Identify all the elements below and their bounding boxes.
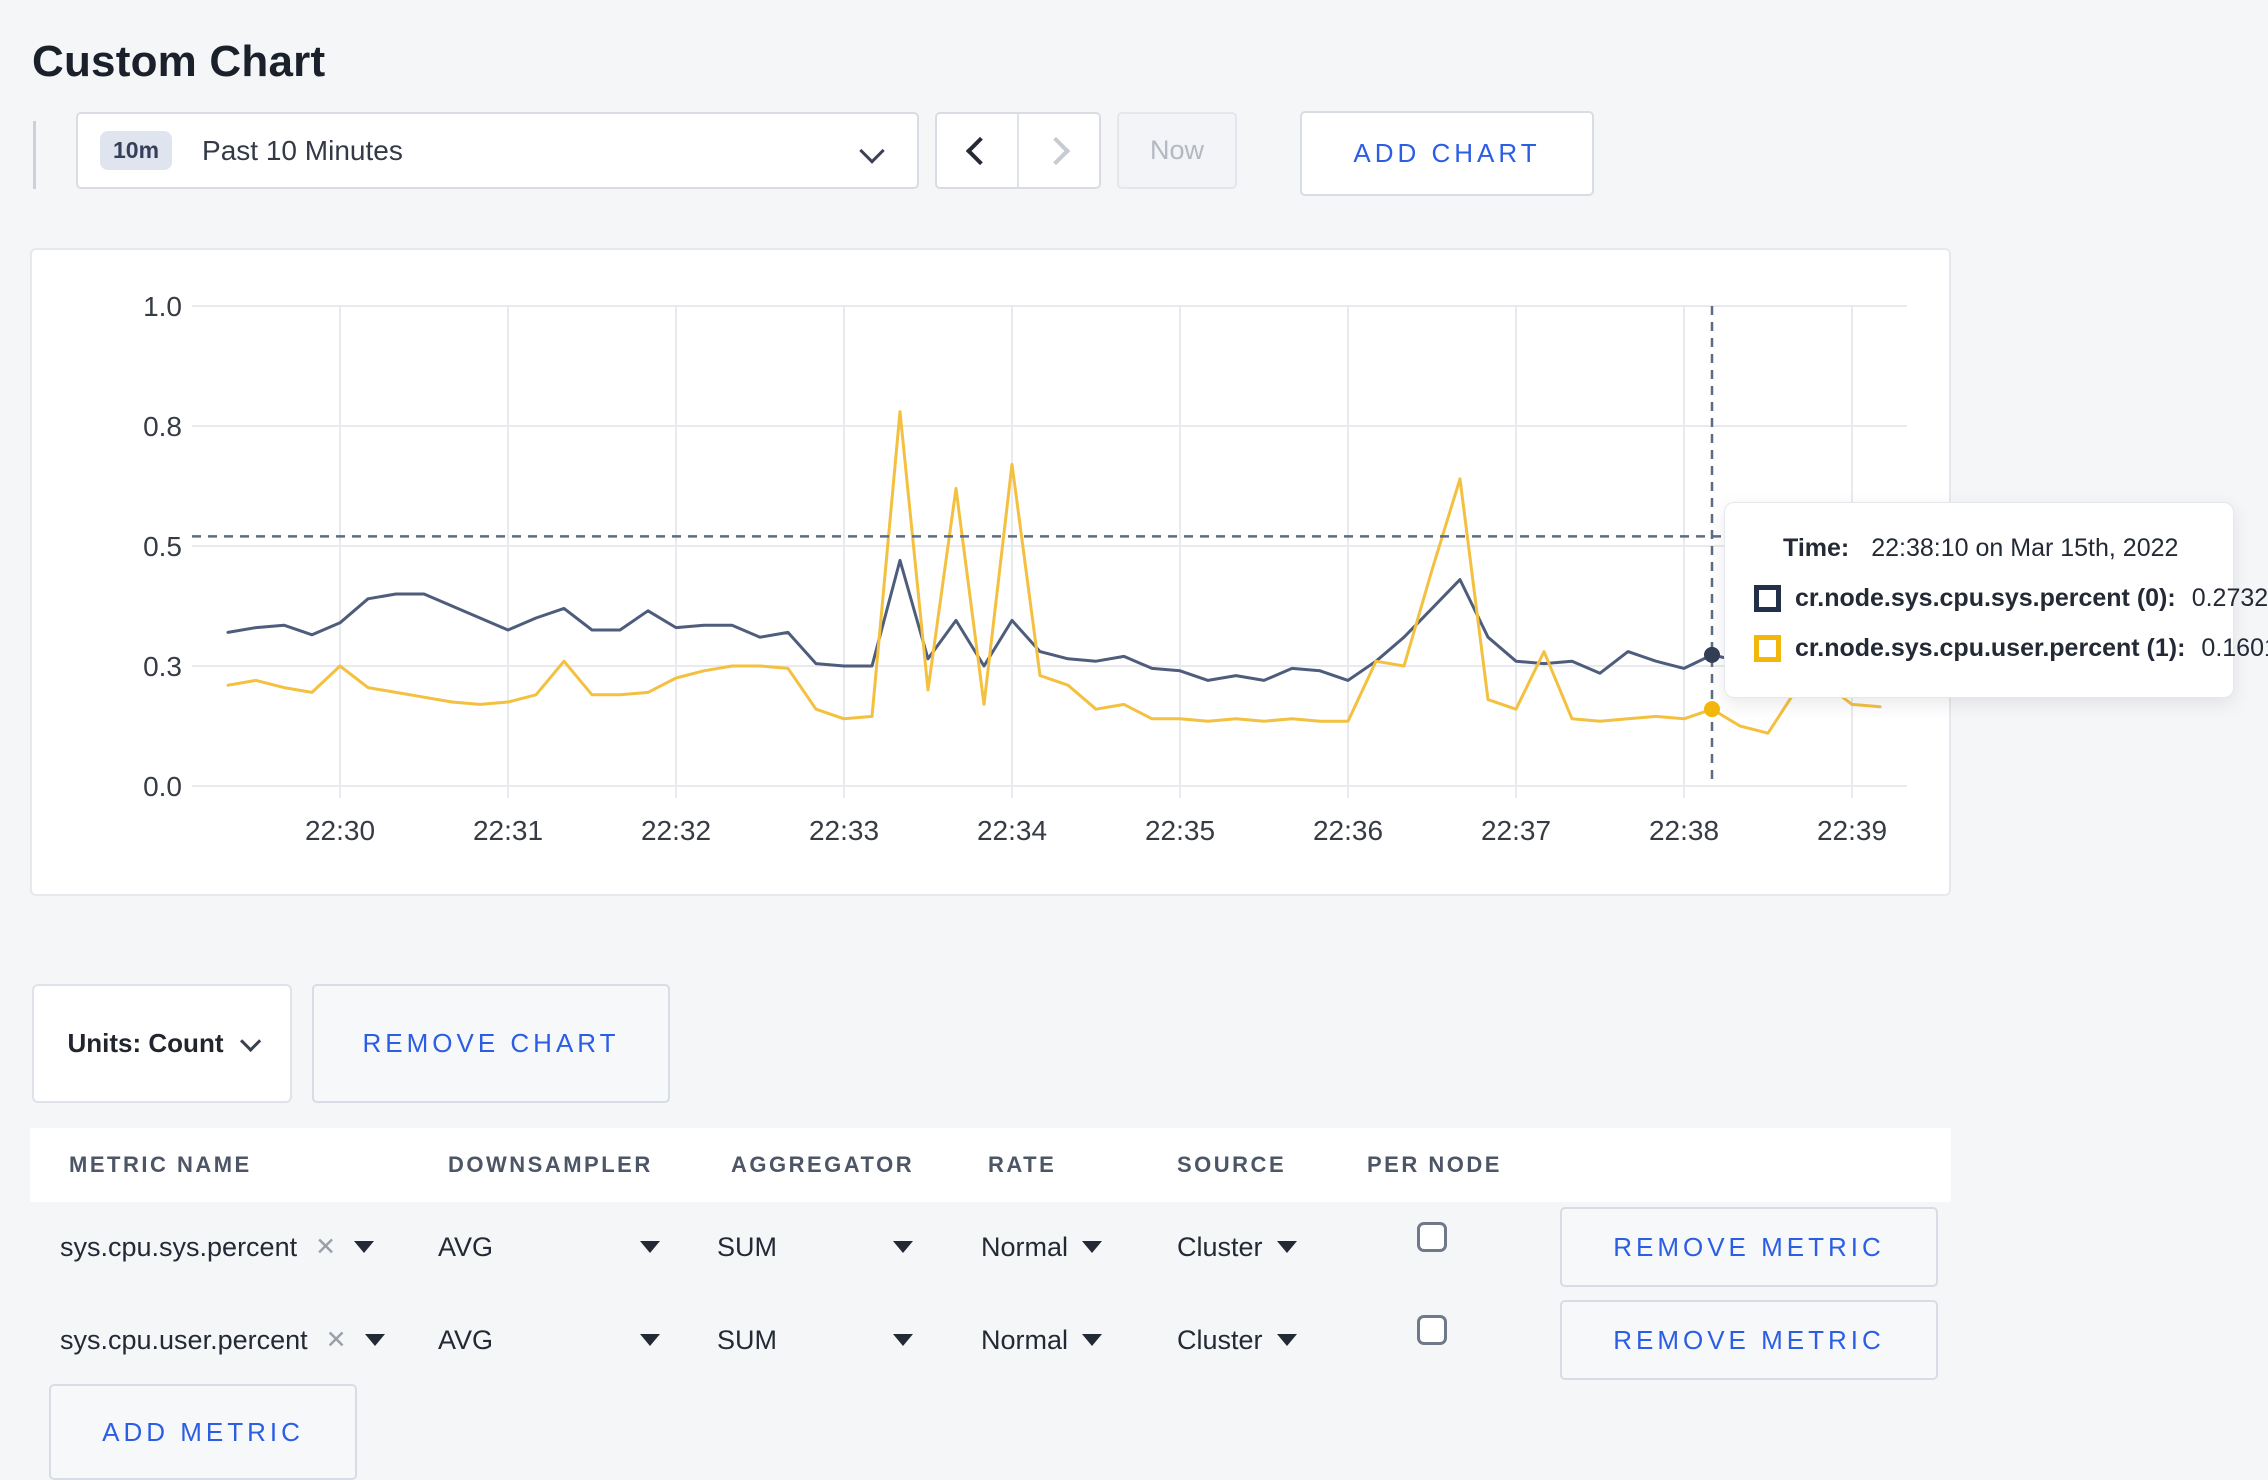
y-axis-tick-label: 0.8: [143, 411, 182, 442]
tooltip-series-row: cr.node.sys.cpu.user.percent (1): 0.1601: [1754, 628, 2268, 668]
caret-down-icon: [640, 1334, 660, 1346]
rate-select[interactable]: Normal: [981, 1207, 1103, 1287]
per-node-cell: [1417, 1290, 1447, 1370]
col-header-downsampler: DOWNSAMPLER: [448, 1152, 653, 1177]
caret-down-icon: [893, 1334, 913, 1346]
chart-tooltip: Time: 22:38:10 on Mar 15th, 2022 cr.node…: [1724, 502, 2268, 698]
chevron-down-icon: [240, 1030, 262, 1052]
caret-down-icon: [354, 1241, 375, 1253]
per-node-cell: [1417, 1197, 1447, 1277]
col-header-aggregator: AGGREGATOR: [731, 1152, 915, 1177]
source-select[interactable]: Cluster: [1177, 1207, 1297, 1287]
aggregator-select[interactable]: SUM: [717, 1300, 913, 1380]
tooltip-series-label: cr.node.sys.cpu.sys.percent (0):: [1795, 583, 2176, 612]
clear-metric-icon[interactable]: ✕: [326, 1325, 347, 1355]
caret-down-icon: [1276, 1241, 1297, 1253]
time-range-badge: 10m: [100, 131, 173, 170]
aggregator-value: SUM: [717, 1324, 777, 1355]
metrics-table-header: METRIC NAME DOWNSAMPLER AGGREGATOR RATE …: [30, 1128, 1951, 1202]
per-node-checkbox[interactable]: [1417, 1315, 1447, 1345]
metric-name-value: sys.cpu.sys.percent: [60, 1231, 298, 1262]
x-axis-tick-label: 22:37: [1481, 815, 1551, 846]
caret-down-icon: [1082, 1334, 1103, 1346]
caret-down-icon: [640, 1241, 660, 1253]
tooltip-series-value: 0.1601: [2201, 633, 2268, 662]
chevron-left-icon: [965, 136, 995, 165]
y-axis-tick-label: 0.3: [143, 651, 182, 682]
metric-name-select[interactable]: sys.cpu.user.percent ✕: [60, 1300, 385, 1380]
caret-down-icon: [1276, 1334, 1297, 1346]
table-row: sys.cpu.user.percent ✕ AVG SUM Normal Cl…: [30, 1300, 1951, 1380]
col-header-metric-name: METRIC NAME: [69, 1152, 252, 1177]
downsampler-select[interactable]: AVG: [438, 1300, 660, 1380]
x-axis-tick-label: 22:32: [641, 815, 711, 846]
x-axis-tick-label: 22:35: [1145, 815, 1215, 846]
highlighted-point: [1704, 701, 1720, 718]
units-dropdown[interactable]: Units: Count: [32, 984, 292, 1103]
highlighted-point: [1704, 646, 1720, 663]
series-line: [226, 410, 1882, 735]
x-axis-tick-label: 22:38: [1649, 815, 1719, 846]
chevron-right-icon: [1041, 136, 1071, 165]
x-axis-tick-label: 22:30: [305, 815, 375, 846]
series-line: [226, 558, 1882, 682]
caret-down-icon: [364, 1334, 385, 1346]
remove-chart-button[interactable]: REMOVE CHART: [312, 984, 670, 1103]
cpu-usage-chart[interactable]: 0.0 0.3 0.5 0.8 1.0 22:30 22:31 22:32 22:33 22:34…: [32, 250, 1949, 894]
add-chart-button[interactable]: ADD CHART: [1300, 111, 1594, 196]
y-axis-tick-label: 1.0: [143, 291, 182, 322]
now-button[interactable]: Now: [1117, 112, 1237, 189]
remove-metric-button[interactable]: REMOVE METRIC: [1560, 1207, 1938, 1287]
x-axis-tick-label: 22:39: [1817, 815, 1887, 846]
remove-metric-button[interactable]: REMOVE METRIC: [1560, 1300, 1938, 1380]
next-time-button[interactable]: [1019, 114, 1099, 187]
custom-chart-card: 0.0 0.3 0.5 0.8 1.0 22:30 22:31 22:32 22:33 22:34…: [30, 248, 1951, 896]
caret-down-icon: [893, 1241, 913, 1253]
aggregator-value: SUM: [717, 1231, 777, 1262]
time-range-label: Past 10 Minutes: [202, 134, 403, 166]
tooltip-time-value: 22:38:10 on Mar 15th, 2022: [1871, 533, 2179, 562]
source-value: Cluster: [1177, 1231, 1263, 1262]
aggregator-select[interactable]: SUM: [717, 1207, 913, 1287]
page-title: Custom Chart: [32, 37, 326, 87]
chevron-down-icon: [859, 138, 885, 164]
prev-time-button[interactable]: [937, 114, 1019, 187]
user-percent-swatch-icon: [1754, 634, 1781, 662]
y-axis-tick-label: 0.0: [143, 771, 182, 802]
tooltip-time-label: Time:: [1783, 533, 1850, 562]
per-node-checkbox[interactable]: [1417, 1222, 1447, 1252]
units-label: Units: Count: [67, 1028, 224, 1058]
metric-name-value: sys.cpu.user.percent: [60, 1324, 308, 1355]
table-row: sys.cpu.sys.percent ✕ AVG SUM Normal Clu…: [30, 1207, 1951, 1287]
sys-percent-swatch-icon: [1754, 584, 1781, 612]
y-axis-tick-label: 0.5: [143, 531, 182, 562]
downsampler-value: AVG: [438, 1231, 494, 1262]
col-header-per-node: PER NODE: [1367, 1152, 1502, 1177]
col-header-source: SOURCE: [1177, 1152, 1287, 1177]
x-axis-tick-label: 22:31: [473, 815, 543, 846]
tooltip-series-label: cr.node.sys.cpu.user.percent (1):: [1795, 633, 2186, 662]
tooltip-series-row: cr.node.sys.cpu.sys.percent (0): 0.2732: [1754, 578, 2268, 618]
source-select[interactable]: Cluster: [1177, 1300, 1297, 1380]
tooltip-series-value: 0.2732: [2191, 583, 2268, 612]
caret-down-icon: [1082, 1241, 1103, 1253]
x-axis-tick-label: 22:33: [809, 815, 879, 846]
x-axis-tick-label: 22:36: [1313, 815, 1383, 846]
downsampler-value: AVG: [438, 1324, 494, 1355]
clear-metric-icon[interactable]: ✕: [315, 1232, 336, 1262]
col-header-rate: RATE: [988, 1152, 1057, 1177]
tooltip-time-row: Time: 22:38:10 on Mar 15th, 2022: [1754, 528, 2233, 568]
time-range-dropdown[interactable]: 10m Past 10 Minutes: [76, 112, 919, 189]
rate-value: Normal: [981, 1231, 1069, 1262]
downsampler-select[interactable]: AVG: [438, 1207, 660, 1287]
x-axis-tick-label: 22:34: [977, 815, 1047, 846]
rate-value: Normal: [981, 1324, 1069, 1355]
toolbar-left-divider: [33, 121, 36, 189]
time-pager: [935, 112, 1101, 189]
add-metric-button[interactable]: ADD METRIC: [49, 1384, 357, 1480]
source-value: Cluster: [1177, 1324, 1263, 1355]
metric-name-select[interactable]: sys.cpu.sys.percent ✕: [60, 1207, 375, 1287]
rate-select[interactable]: Normal: [981, 1300, 1103, 1380]
